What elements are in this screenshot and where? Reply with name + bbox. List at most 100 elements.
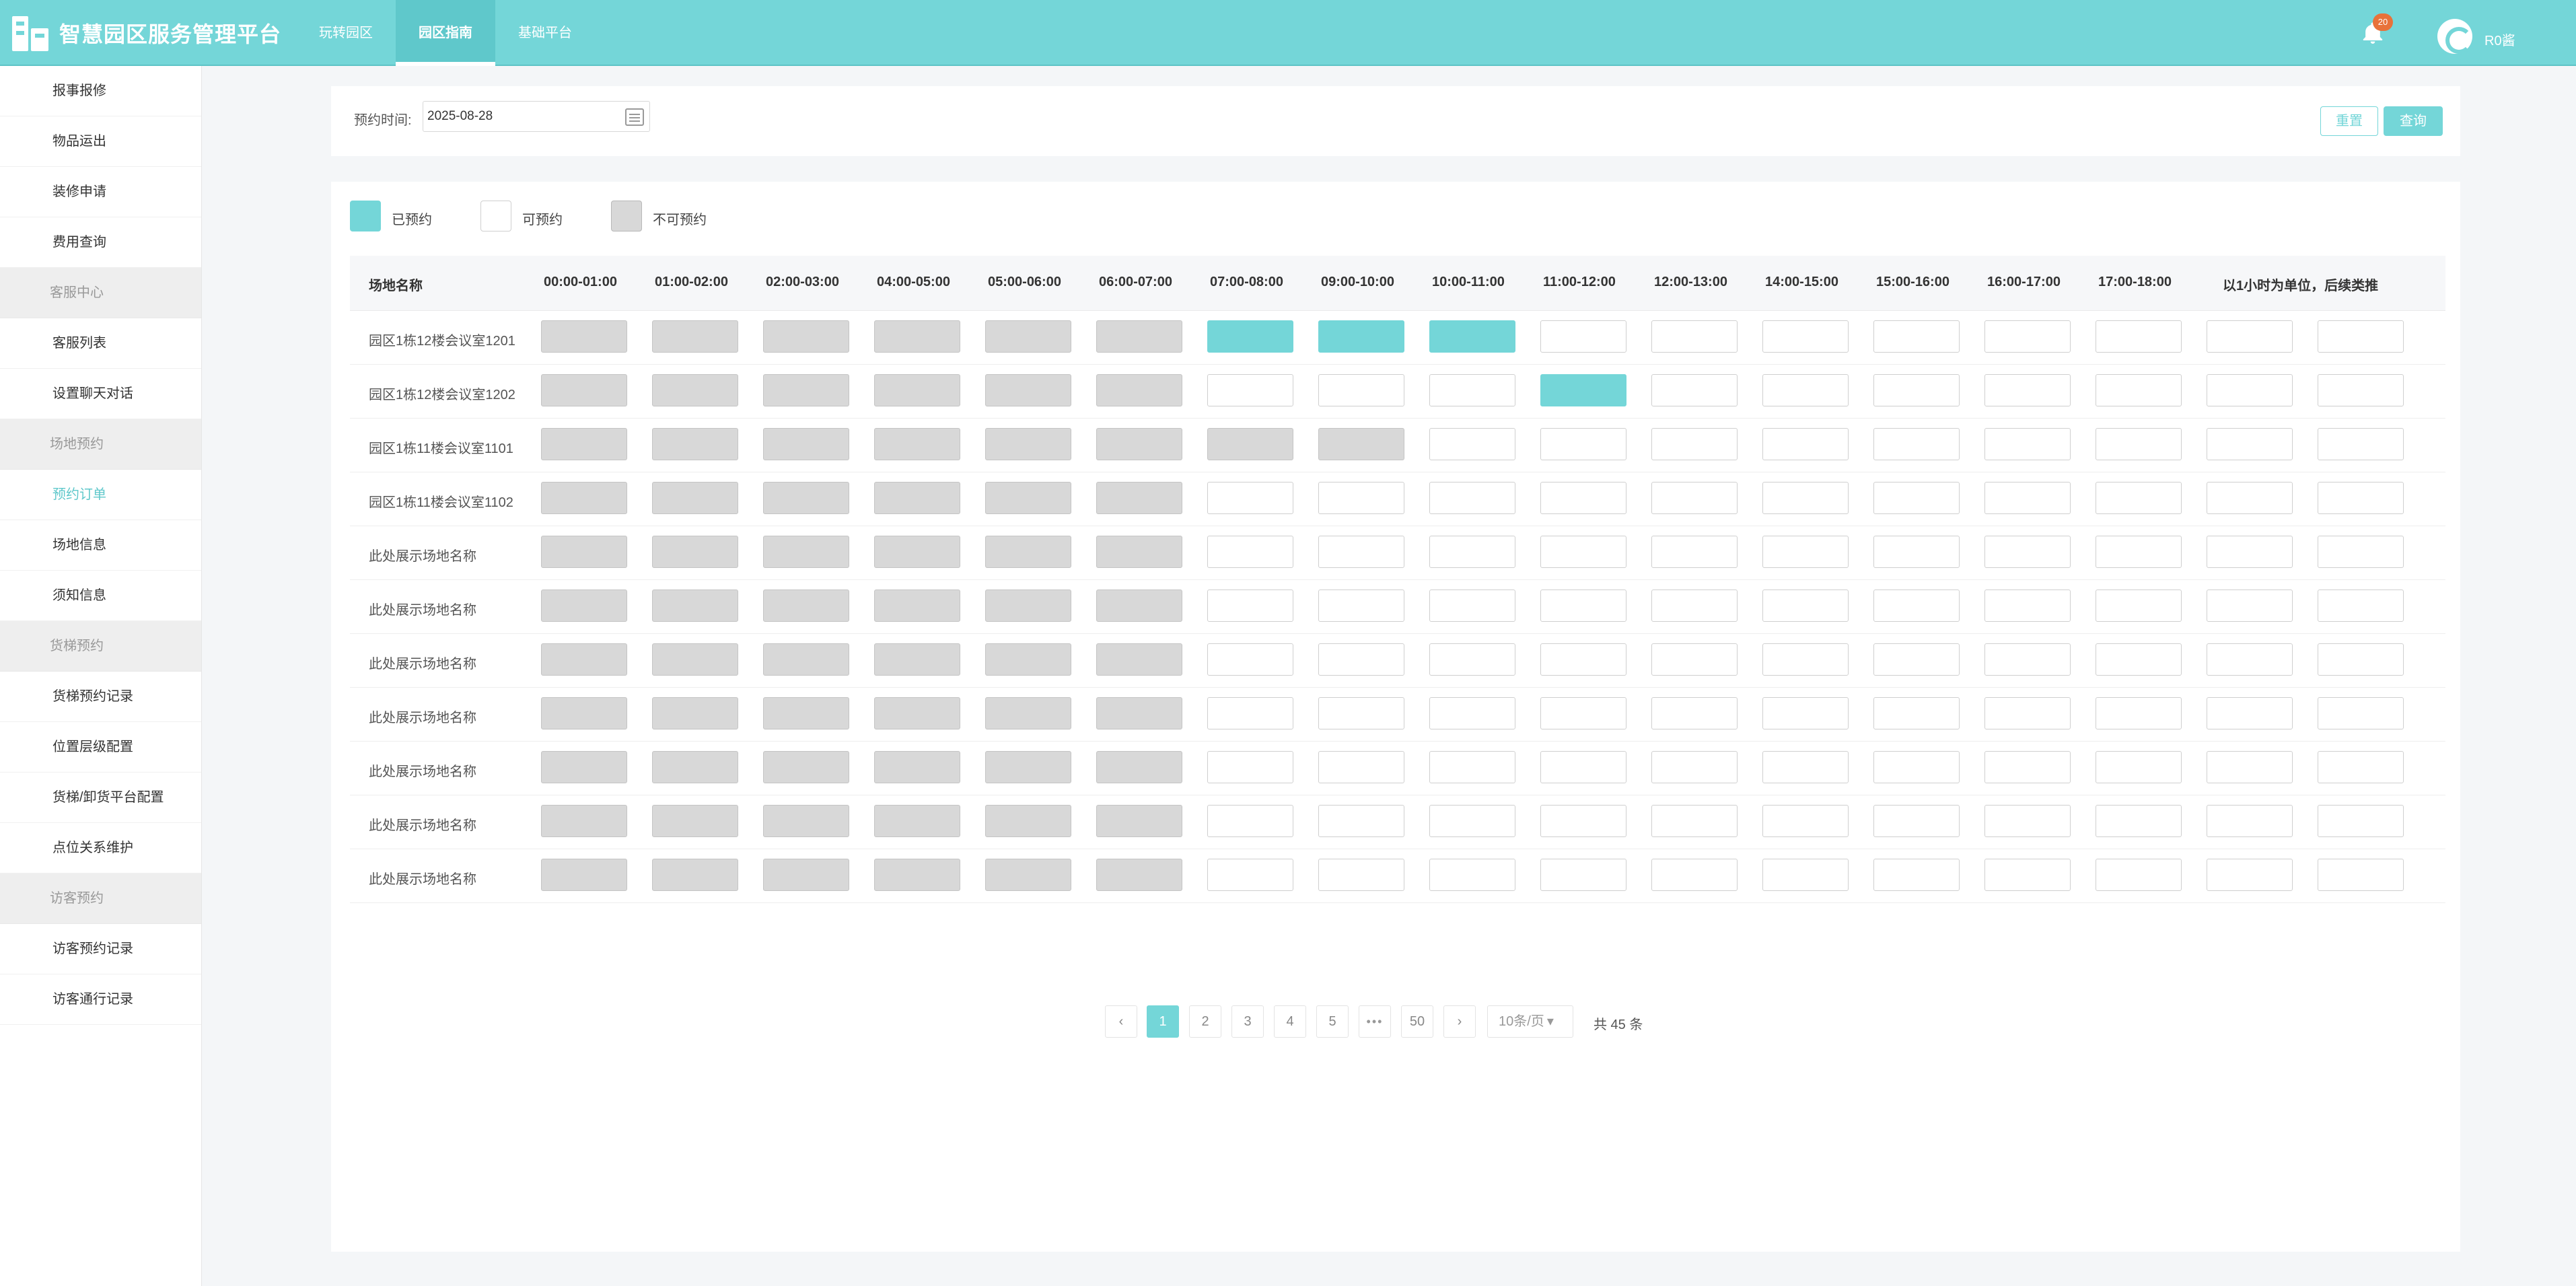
slot-cell-available[interactable] (1984, 428, 2071, 460)
slot-cell-available[interactable] (1318, 643, 1404, 676)
slot-cell-available[interactable] (1984, 643, 2071, 676)
sidebar-item[interactable]: 须知信息 (0, 571, 201, 621)
slot-cell-available[interactable] (1984, 697, 2071, 729)
page-button[interactable]: 50 (1401, 1005, 1433, 1038)
slot-cell-available[interactable] (2096, 536, 2182, 568)
slot-cell-available[interactable] (1540, 697, 1626, 729)
slot-cell-available[interactable] (1762, 428, 1849, 460)
page-size-select[interactable]: 10条/页 ▾ (1487, 1005, 1573, 1038)
slot-cell-available[interactable] (1318, 697, 1404, 729)
slot-cell-available[interactable] (1540, 428, 1626, 460)
sidebar-item[interactable]: 客服列表 (0, 318, 201, 369)
slot-cell-available[interactable] (1651, 751, 1738, 783)
slot-cell-available[interactable] (1318, 536, 1404, 568)
sidebar-item[interactable]: 装修申请 (0, 167, 201, 217)
slot-cell-available[interactable] (1318, 805, 1404, 837)
slot-cell-available[interactable] (1873, 320, 1960, 353)
slot-cell-available[interactable] (1540, 751, 1626, 783)
sidebar-item[interactable]: 场地信息 (0, 520, 201, 571)
sidebar-item[interactable]: 位置层级配置 (0, 722, 201, 773)
slot-cell-available[interactable] (1429, 751, 1515, 783)
slot-cell-available[interactable] (1651, 482, 1738, 514)
slot-cell-available[interactable] (1429, 374, 1515, 406)
slot-cell-available[interactable] (1318, 859, 1404, 891)
slot-cell-available[interactable] (1984, 590, 2071, 622)
slot-cell-available[interactable] (1207, 374, 1293, 406)
slot-cell-available[interactable] (2318, 590, 2404, 622)
sidebar-item[interactable]: 费用查询 (0, 217, 201, 268)
slot-cell-available[interactable] (1651, 374, 1738, 406)
slot-cell-available[interactable] (2096, 697, 2182, 729)
page-button[interactable]: 3 (1231, 1005, 1264, 1038)
page-button[interactable]: 4 (1274, 1005, 1306, 1038)
slot-cell-available[interactable] (1207, 482, 1293, 514)
slot-cell-available[interactable] (1651, 697, 1738, 729)
slot-cell-available[interactable] (1540, 590, 1626, 622)
slot-cell-available[interactable] (2318, 428, 2404, 460)
top-nav-tab[interactable]: 园区指南 (396, 0, 495, 66)
slot-cell-available[interactable] (1207, 590, 1293, 622)
sidebar-item[interactable]: 货梯/卸货平台配置 (0, 773, 201, 823)
slot-cell-available[interactable] (1984, 751, 2071, 783)
slot-cell-available[interactable] (1651, 859, 1738, 891)
slot-cell-available[interactable] (1429, 590, 1515, 622)
slot-cell-available[interactable] (2207, 428, 2293, 460)
slot-cell-available[interactable] (1429, 859, 1515, 891)
slot-cell-available[interactable] (1873, 697, 1960, 729)
slot-cell-available[interactable] (1762, 536, 1849, 568)
slot-cell-available[interactable] (2207, 805, 2293, 837)
slot-cell-available[interactable] (1429, 805, 1515, 837)
slot-cell-available[interactable] (1873, 859, 1960, 891)
slot-cell-available[interactable] (2207, 643, 2293, 676)
slot-cell-available[interactable] (1873, 374, 1960, 406)
query-button[interactable]: 查询 (2384, 106, 2443, 136)
page-button[interactable]: 2 (1189, 1005, 1221, 1038)
slot-cell-available[interactable] (1984, 859, 2071, 891)
slot-cell-available[interactable] (1318, 482, 1404, 514)
slot-cell-available[interactable] (1984, 374, 2071, 406)
slot-cell-available[interactable] (2096, 751, 2182, 783)
prev-page-button[interactable]: ‹ (1105, 1005, 1137, 1038)
slot-cell-available[interactable] (2096, 428, 2182, 460)
slot-cell-available[interactable] (1873, 536, 1960, 568)
slot-cell-available[interactable] (2096, 859, 2182, 891)
slot-cell-available[interactable] (1762, 374, 1849, 406)
slot-cell-available[interactable] (1873, 590, 1960, 622)
slot-cell-available[interactable] (2096, 482, 2182, 514)
slot-cell-available[interactable] (1762, 590, 1849, 622)
slot-cell-available[interactable] (2207, 482, 2293, 514)
page-button[interactable]: 1 (1147, 1005, 1179, 1038)
slot-cell-available[interactable] (1540, 859, 1626, 891)
user-avatar-icon[interactable] (2437, 19, 2472, 54)
username[interactable]: R0酱 (2484, 30, 2515, 49)
slot-cell-available[interactable] (1540, 320, 1626, 353)
slot-cell-available[interactable] (1429, 643, 1515, 676)
slot-cell-available[interactable] (1984, 482, 2071, 514)
page-button[interactable]: 5 (1316, 1005, 1349, 1038)
slot-cell-available[interactable] (1429, 697, 1515, 729)
slot-cell-available[interactable] (2318, 482, 2404, 514)
slot-cell-available[interactable] (2207, 697, 2293, 729)
slot-cell-available[interactable] (2318, 536, 2404, 568)
slot-cell-available[interactable] (1873, 643, 1960, 676)
slot-cell-available[interactable] (1207, 536, 1293, 568)
slot-cell-available[interactable] (1651, 320, 1738, 353)
slot-cell-available[interactable] (1651, 590, 1738, 622)
slot-cell-available[interactable] (2096, 805, 2182, 837)
slot-cell-available[interactable] (1984, 805, 2071, 837)
next-page-button[interactable]: › (1443, 1005, 1476, 1038)
sidebar-item[interactable]: 报事报修 (0, 66, 201, 116)
slot-cell-available[interactable] (2096, 320, 2182, 353)
slot-cell-available[interactable] (2207, 751, 2293, 783)
slot-cell-available[interactable] (2318, 374, 2404, 406)
sidebar-item[interactable]: 货梯预约记录 (0, 672, 201, 722)
top-nav-tab[interactable]: 玩转园区 (296, 0, 396, 66)
slot-cell-available[interactable] (2096, 590, 2182, 622)
slot-cell-available[interactable] (1762, 643, 1849, 676)
slot-cell-available[interactable] (1651, 643, 1738, 676)
slot-cell-available[interactable] (2207, 320, 2293, 353)
slot-cell-available[interactable] (1651, 805, 1738, 837)
slot-cell-available[interactable] (1540, 643, 1626, 676)
slot-cell-available[interactable] (1540, 805, 1626, 837)
sidebar-item[interactable]: 物品运出 (0, 116, 201, 167)
